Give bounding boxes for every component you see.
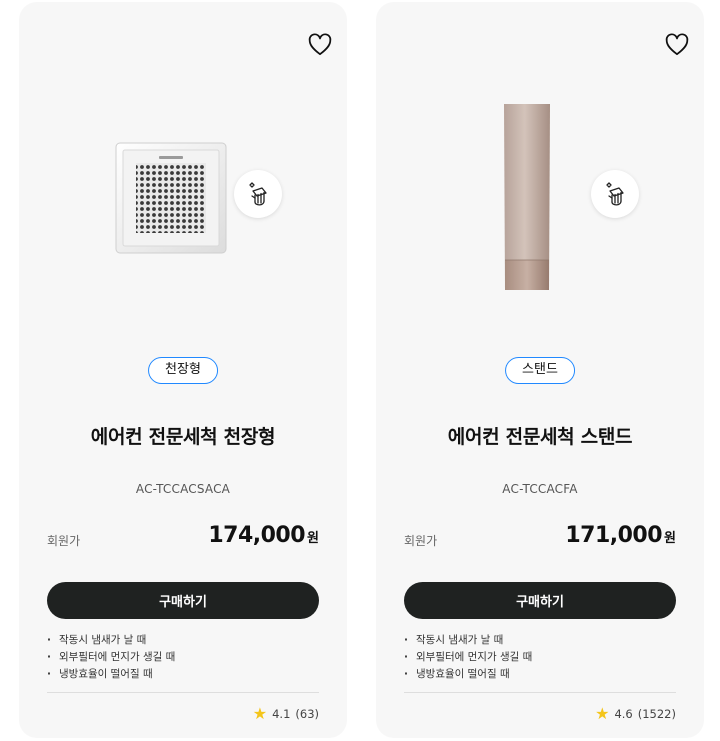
price-unit: 원 [307, 531, 319, 546]
product-card[interactable]: 천장형 에어컨 전문세척 천장형 AC-TCCACSACA 회원가 174,00… [19, 2, 347, 738]
price-label: 회원가 [404, 534, 438, 548]
review-count: (1522) [637, 707, 676, 721]
price: 171,000 원 [565, 523, 676, 548]
star-icon: ★ [595, 704, 610, 723]
list-item: 냉방효율이 떨어질 때 [47, 666, 175, 683]
feature-list: 작동시 냄새가 날 때 외부필터에 먼지가 생길 때 냉방효율이 떨어질 때 [47, 632, 175, 683]
list-item: 냉방효율이 떨어질 때 [404, 666, 532, 683]
list-item: 작동시 냄새가 날 때 [47, 632, 175, 649]
product-card[interactable]: 스탠드 에어컨 전문세척 스탠드 AC-TCCACFA 회원가 171,000 원… [376, 2, 704, 738]
product-image[interactable] [19, 62, 347, 332]
price: 174,000 원 [208, 523, 319, 548]
wishlist-heart-icon[interactable] [664, 32, 690, 58]
price-unit: 원 [664, 531, 676, 546]
model-number: AC-TCCACFA [502, 482, 578, 496]
feature-list: 작동시 냄새가 날 때 외부필터에 먼지가 생길 때 냉방효율이 떨어질 때 [404, 632, 532, 683]
product-title[interactable]: 에어컨 전문세척 천장형 [19, 422, 347, 449]
product-image[interactable] [376, 62, 704, 332]
ceiling-cassette-unit-image [115, 142, 227, 254]
category-badge: 스탠드 [505, 357, 575, 384]
rating[interactable]: ★ 4.6 (1522) [595, 706, 676, 722]
wishlist-heart-icon[interactable] [307, 32, 333, 58]
model-number: AC-TCCACSACA [135, 482, 231, 496]
review-count: (63) [295, 707, 319, 721]
price-value: 171,000 [565, 523, 663, 548]
stand-air-conditioner-image [504, 104, 550, 290]
divider [47, 692, 319, 693]
cleaning-hand-icon [234, 170, 282, 218]
star-icon: ★ [252, 704, 268, 723]
list-item: 외부필터에 먼지가 생길 때 [404, 649, 532, 666]
category-badge: 천장형 [148, 357, 218, 384]
cleaning-hand-icon [591, 170, 639, 218]
price-label: 회원가 [47, 534, 81, 548]
product-title[interactable]: 에어컨 전문세척 스탠드 [376, 422, 704, 449]
buy-button[interactable]: 구매하기 [47, 582, 319, 619]
rating-score: 4.1 [272, 707, 291, 721]
divider [404, 692, 676, 693]
rating[interactable]: ★ 4.1 (63) [253, 706, 319, 722]
rating-score: 4.6 [614, 707, 633, 721]
list-item: 외부필터에 먼지가 생길 때 [47, 649, 175, 666]
price-value: 174,000 [208, 523, 306, 548]
list-item: 작동시 냄새가 날 때 [404, 632, 532, 649]
buy-button[interactable]: 구매하기 [404, 582, 676, 619]
